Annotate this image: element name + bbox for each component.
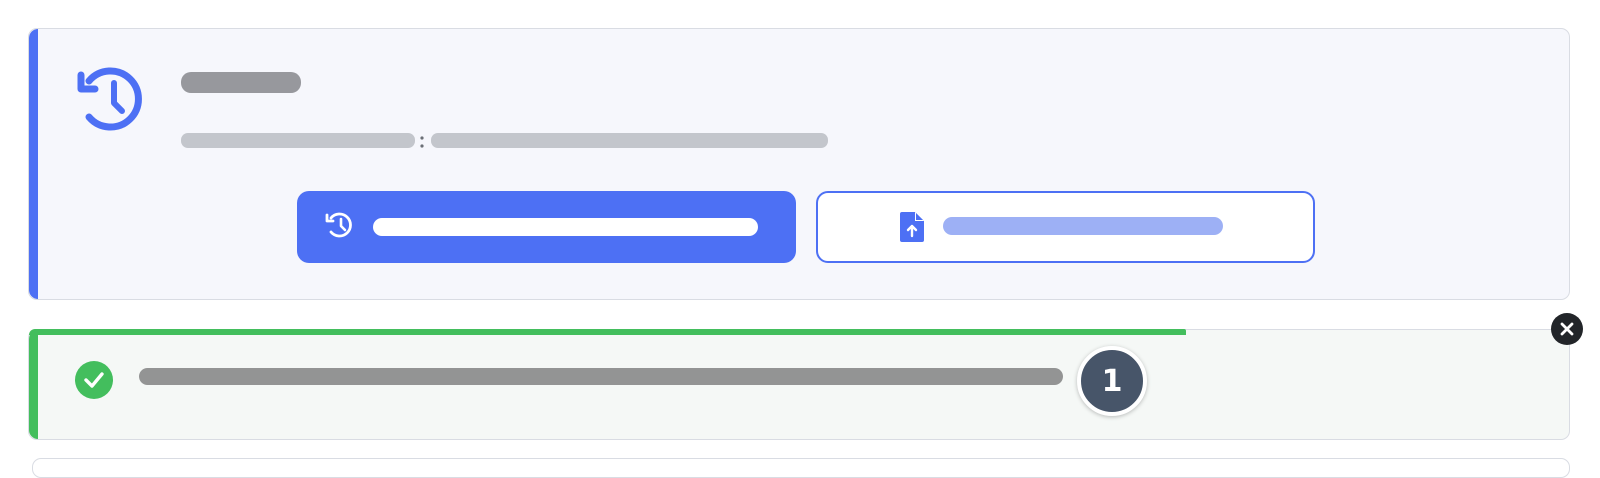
restore-card-accent <box>29 29 38 299</box>
success-message <box>139 368 1063 385</box>
toast-timer-bar <box>29 329 1186 335</box>
check-circle-icon <box>75 361 113 399</box>
history-icon <box>77 67 142 131</box>
success-toast-accent <box>29 330 38 439</box>
file-upload-icon <box>900 212 924 242</box>
next-card <box>32 458 1570 478</box>
restore-button-label <box>373 218 758 236</box>
success-toast: 1 <box>28 313 1583 440</box>
restore-subtitle-left <box>181 133 415 148</box>
restore-card <box>28 28 1570 300</box>
restore-title <box>181 72 301 93</box>
notification-count-badge: 1 <box>1077 346 1147 416</box>
close-toast-button[interactable] <box>1551 313 1583 345</box>
history-icon <box>325 212 352 238</box>
restore-button[interactable] <box>297 191 796 263</box>
close-icon <box>1560 322 1574 336</box>
restore-subtitle-right <box>431 133 828 148</box>
upload-file-button[interactable] <box>816 191 1315 263</box>
upload-button-label <box>943 217 1223 235</box>
subtitle-separator <box>420 136 424 148</box>
